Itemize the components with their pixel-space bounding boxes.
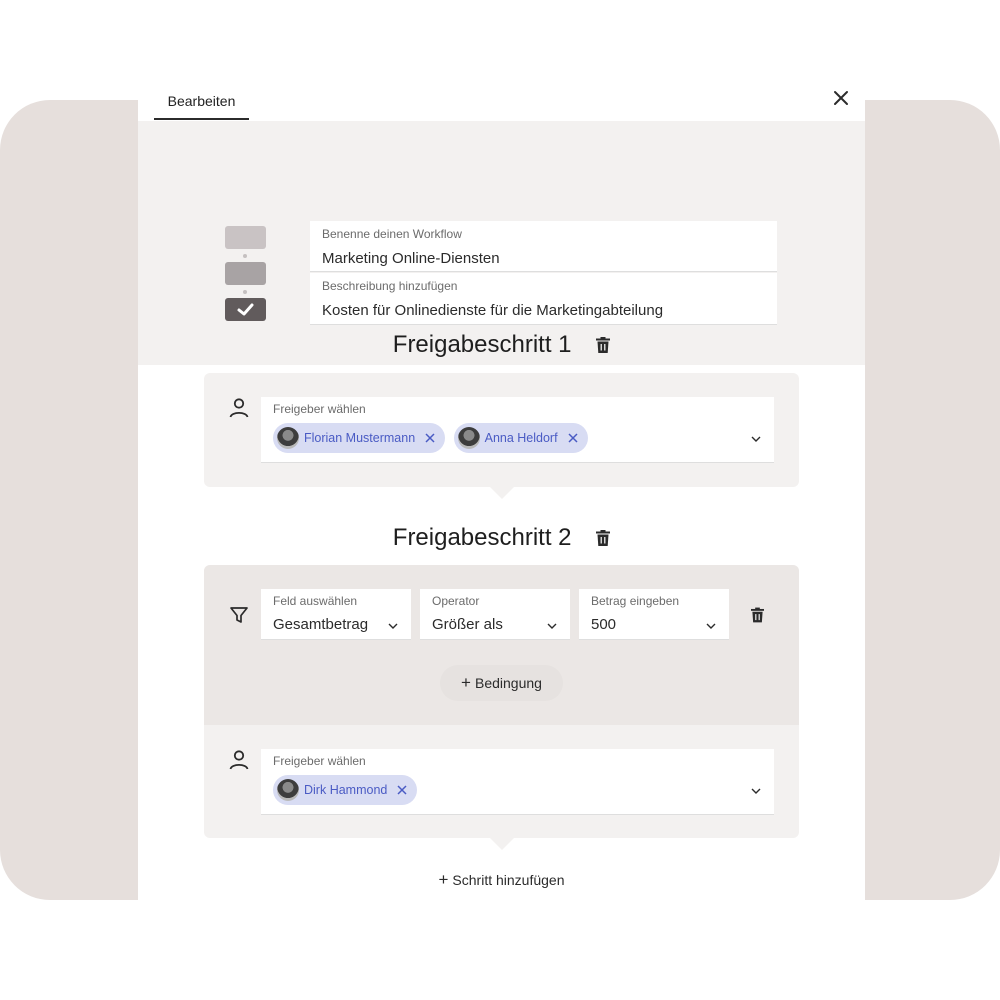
workflow-name-field[interactable]: Benenne deinen Workflow Marketing Online… <box>310 221 777 272</box>
field-select-value: Gesamtbetrag <box>273 616 369 633</box>
tab-bar: Bearbeiten <box>138 60 865 122</box>
add-step-button[interactable]: + Schritt hinzufügen <box>138 870 865 890</box>
remove-icon[interactable] <box>396 783 408 797</box>
approver-name: Dirk Hammond <box>304 783 388 797</box>
workflow-description-value[interactable]: Kosten für Onlinedienste für die Marketi… <box>322 302 765 319</box>
approver-select-2[interactable]: Freigeber wählen Dirk Hammond <box>261 749 774 815</box>
workflow-description-label: Beschreibung hinzufügen <box>322 279 458 293</box>
plus-icon: + <box>461 673 471 692</box>
approver-chips: Florian Mustermann Anna Heldorf <box>273 423 592 455</box>
connector-arrow <box>489 487 514 499</box>
close-icon[interactable] <box>831 88 851 108</box>
chevron-down-icon[interactable] <box>546 622 558 630</box>
approver-chip[interactable]: Anna Heldorf <box>453 423 588 453</box>
approver-name: Anna Heldorf <box>484 431 558 445</box>
trash-icon[interactable] <box>596 529 611 546</box>
add-step-label: Schritt hinzufügen <box>452 872 565 888</box>
add-condition-label: Bedingung <box>474 675 542 691</box>
operator-select-value: Größer als <box>432 616 503 633</box>
step-2-title: Freigabeschritt 2 <box>392 523 572 551</box>
filter-icon <box>230 607 248 623</box>
chevron-down-icon[interactable] <box>705 622 717 630</box>
workflow-name-label: Benenne deinen Workflow <box>322 227 462 241</box>
chevron-down-icon[interactable] <box>750 435 762 443</box>
amount-input-value: 500 <box>591 616 617 633</box>
approver-name: Florian Mustermann <box>304 431 416 445</box>
tab-bearbeiten[interactable]: Bearbeiten <box>154 60 249 120</box>
amount-input[interactable]: Betrag eingeben 500 <box>579 589 729 640</box>
edit-workflow-dialog: Bearbeiten Benenne deinen Workflow Marke… <box>138 60 865 900</box>
approver-select-label: Freigeber wählen <box>273 402 366 416</box>
person-icon <box>229 750 249 770</box>
approver-chip[interactable]: Dirk Hammond <box>273 775 418 805</box>
trash-icon[interactable] <box>751 607 764 623</box>
avatar <box>457 427 480 449</box>
workflow-description-field[interactable]: Beschreibung hinzufügen Kosten für Onlin… <box>310 273 777 325</box>
plus-icon: + <box>438 870 449 889</box>
step-1-title: Freigabeschritt 1 <box>392 330 572 358</box>
avatar <box>277 427 299 449</box>
chevron-down-icon[interactable] <box>387 622 399 630</box>
approver-chips: Dirk Hammond <box>273 775 421 807</box>
workflow-info-section: Benenne deinen Workflow Marketing Online… <box>138 121 865 365</box>
chevron-down-icon[interactable] <box>750 787 762 795</box>
step-1-card: Freigeber wählen Florian Mustermann Anna… <box>204 373 799 499</box>
add-condition-button[interactable]: + Bedingung <box>440 665 563 701</box>
amount-input-label: Betrag eingeben <box>591 594 680 608</box>
avatar <box>277 779 299 801</box>
approver-chip[interactable]: Florian Mustermann <box>273 423 446 453</box>
connector-arrow <box>489 838 514 850</box>
remove-icon[interactable] <box>424 431 436 445</box>
approver-select-1[interactable]: Freigeber wählen Florian Mustermann Anna… <box>261 397 774 463</box>
remove-icon[interactable] <box>567 431 579 445</box>
person-icon <box>229 398 249 418</box>
approver-select-label: Freigeber wählen <box>273 754 366 768</box>
operator-select[interactable]: Operator Größer als <box>420 589 570 640</box>
trash-icon[interactable] <box>596 336 611 353</box>
step-2-heading: Freigabeschritt 2 <box>138 523 865 552</box>
step-2-card: Feld auswählen Gesamtbetrag Operator Grö… <box>204 565 799 850</box>
conditions-section: Feld auswählen Gesamtbetrag Operator Grö… <box>204 565 799 725</box>
workflow-name-value[interactable]: Marketing Online-Diensten <box>322 250 765 267</box>
field-select-label: Feld auswählen <box>273 594 358 608</box>
step-1-heading: Freigabeschritt 1 <box>138 330 865 359</box>
operator-select-label: Operator <box>432 594 480 608</box>
field-select[interactable]: Feld auswählen Gesamtbetrag <box>261 589 411 640</box>
